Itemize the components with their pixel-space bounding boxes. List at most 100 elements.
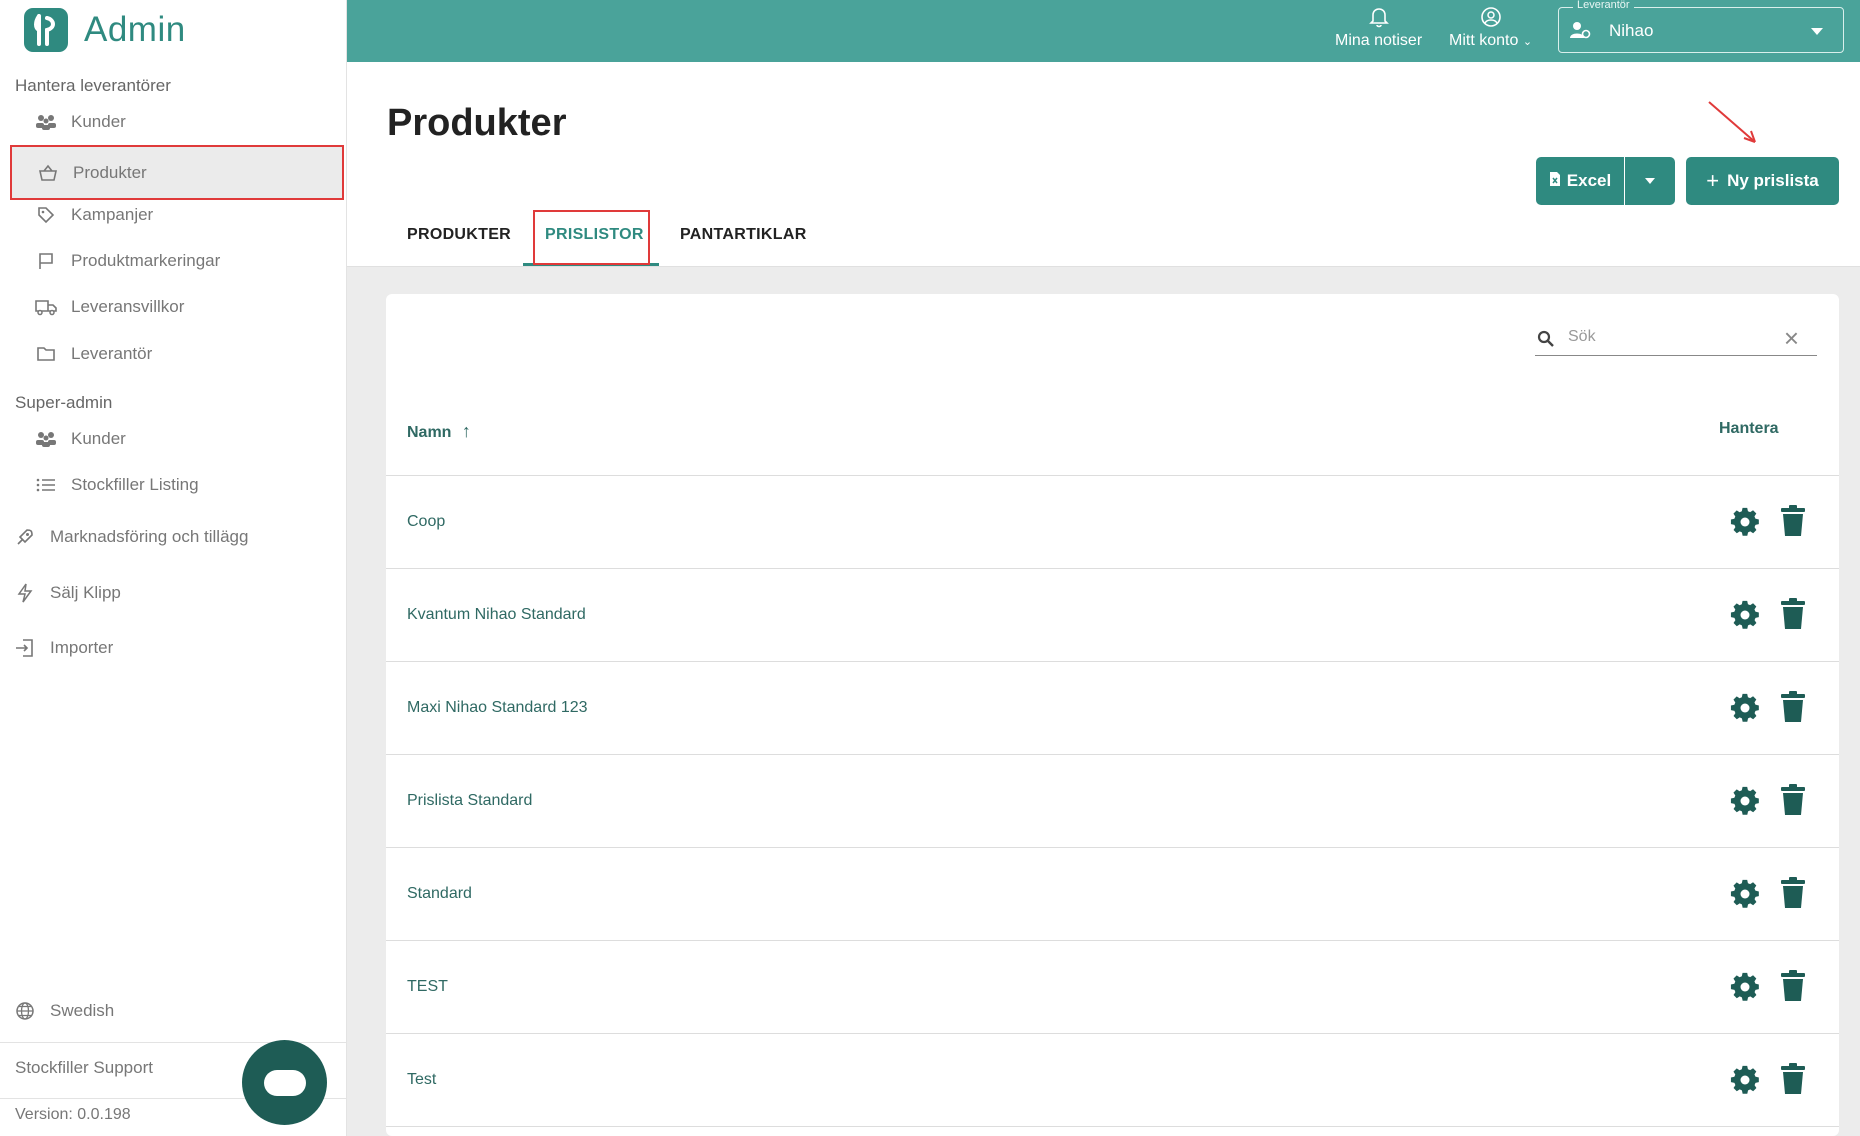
sidebar-item-stockfiller-listing[interactable]: Stockfiller Listing — [10, 462, 344, 508]
table-row[interactable]: Prislista Standard — [386, 755, 1839, 848]
language-selector[interactable]: Swedish — [0, 988, 334, 1034]
pricelist-name[interactable]: Coop — [407, 513, 445, 531]
bell-icon — [1368, 8, 1389, 28]
truck-icon — [35, 296, 57, 318]
search-icon — [1537, 330, 1555, 353]
sidebar-item-produktmarkeringar[interactable]: Produktmarkeringar — [10, 238, 344, 284]
gear-icon[interactable] — [1730, 599, 1760, 634]
tab-pantartiklar[interactable]: PANTARTIKLAR — [680, 226, 807, 244]
plus-icon: + — [1706, 168, 1720, 193]
sidebar-item-kampanjer[interactable]: Kampanjer — [10, 192, 344, 238]
trash-icon[interactable] — [1780, 877, 1806, 914]
chat-button[interactable] — [242, 1040, 327, 1125]
sidebar-item-label: Produkter — [73, 162, 147, 182]
pricelist-name[interactable]: Test — [407, 1071, 436, 1089]
trash-icon[interactable] — [1780, 970, 1806, 1007]
flag-icon — [35, 250, 57, 272]
support-link[interactable]: Stockfiller Support — [15, 1058, 153, 1078]
column-header-name[interactable]: Namn ↑ — [407, 421, 471, 442]
sidebar-item-salj-klipp[interactable]: Sälj Klipp — [0, 570, 334, 616]
sidebar-item-label: Kampanjer — [71, 205, 154, 224]
gear-icon[interactable] — [1730, 971, 1760, 1006]
sidebar-item-label: Kunder — [71, 112, 126, 131]
list-icon — [35, 474, 57, 496]
user-settings-icon — [1569, 20, 1591, 45]
sidebar-item-label: Produktmarkeringar — [71, 251, 221, 270]
trash-icon[interactable] — [1780, 598, 1806, 635]
gear-icon[interactable] — [1730, 1064, 1760, 1099]
app-title: Admin — [84, 10, 186, 49]
account-button[interactable]: Mitt konto ⌄ — [1449, 6, 1532, 50]
sidebar-item-importer[interactable]: Importer — [0, 625, 334, 671]
annotation-arrow-icon — [1708, 101, 1756, 143]
sidebar-item-label: Importer — [50, 638, 114, 657]
gear-icon[interactable] — [1730, 692, 1760, 727]
search-input[interactable]: Sök — [1568, 328, 1596, 346]
supplier-legend: Leverantör — [1573, 0, 1634, 11]
sidebar-item-label: Sälj Klipp — [50, 583, 121, 602]
gear-icon[interactable] — [1730, 878, 1760, 913]
pricelist-name[interactable]: Prislista Standard — [407, 792, 532, 810]
highlight-box — [533, 210, 650, 265]
excel-dropdown-button[interactable] — [1625, 157, 1675, 205]
sort-ascending-icon: ↑ — [461, 421, 471, 441]
logo-icon — [24, 8, 68, 52]
notifications-label: Mina notiser — [1335, 32, 1423, 49]
table-row[interactable]: Maxi Nihao Standard 123 — [386, 662, 1839, 755]
section-title-superadmin: Super-admin — [15, 393, 113, 412]
table-row[interactable]: Coop — [386, 476, 1839, 569]
file-excel-icon — [1549, 171, 1561, 192]
column-header-manage: Hantera — [1719, 420, 1779, 437]
excel-button[interactable]: Excel — [1536, 157, 1624, 205]
globe-icon — [14, 1000, 36, 1022]
table-row[interactable]: TEST — [386, 941, 1839, 1034]
rocket-icon — [14, 526, 36, 548]
users-icon — [35, 111, 57, 133]
new-pricelist-button[interactable]: + Ny prislista — [1686, 157, 1839, 205]
clear-icon[interactable]: × — [1784, 325, 1799, 351]
caret-down-icon — [1645, 178, 1655, 184]
dropdown-caret-icon — [1811, 28, 1823, 35]
sidebar-item-label: Kunder — [71, 429, 126, 448]
version-label: Version: 0.0.198 — [15, 1106, 131, 1123]
search-field[interactable]: Sök × — [1535, 324, 1817, 356]
notifications-button[interactable]: Mina notiser — [1335, 6, 1422, 50]
pricelist-name[interactable]: Standard — [407, 885, 472, 903]
sidebar-item-leverantor[interactable]: Leverantör — [10, 331, 344, 377]
users-icon — [35, 428, 57, 450]
sidebar-item-kunder[interactable]: Kunder — [10, 99, 344, 145]
sidebar-item-marknadsforing[interactable]: Marknadsföring och tillägg — [0, 514, 334, 560]
trash-icon[interactable] — [1780, 691, 1806, 728]
sidebar: Admin Hantera leverantörer Kunder Produk… — [0, 0, 347, 1136]
trash-icon[interactable] — [1780, 505, 1806, 542]
table-row[interactable]: Test — [386, 1034, 1839, 1127]
tag-icon — [35, 204, 57, 226]
sidebar-item-label: Marknadsföring och tillägg — [50, 527, 249, 546]
pricelist-card: Sök × Namn ↑ Hantera Coop Kvantum Nihao S… — [386, 294, 1839, 1136]
language-label: Swedish — [50, 1001, 115, 1020]
excel-label: Excel — [1566, 171, 1612, 190]
gear-icon[interactable] — [1730, 506, 1760, 541]
gear-icon[interactable] — [1730, 785, 1760, 820]
pricelist-name[interactable]: Kvantum Nihao Standard — [407, 606, 586, 624]
folder-icon — [35, 343, 57, 365]
account-label: Mitt konto ⌄ — [1449, 32, 1533, 49]
table-row[interactable]: Kvantum Nihao Standard — [386, 569, 1839, 662]
trash-icon[interactable] — [1780, 784, 1806, 821]
table-row[interactable]: Standard — [386, 848, 1839, 941]
basket-icon — [37, 162, 59, 184]
import-icon — [14, 637, 36, 659]
tab-produkter[interactable]: PRODUKTER — [407, 226, 511, 244]
section-title-suppliers: Hantera leverantörer — [15, 76, 171, 95]
pricelist-name[interactable]: TEST — [407, 978, 448, 996]
sidebar-item-leveransvillkor[interactable]: Leveransvillkor — [10, 284, 344, 330]
bolt-icon — [14, 582, 36, 604]
sidebar-item-superadmin-kunder[interactable]: Kunder — [10, 416, 344, 462]
chat-icon — [263, 1069, 306, 1096]
supplier-select[interactable]: Leverantör Nihao — [1558, 0, 1844, 53]
account-icon — [1480, 7, 1501, 27]
logo[interactable]: Admin — [24, 8, 186, 52]
trash-icon[interactable] — [1780, 1063, 1806, 1100]
chevron-down-icon: ⌄ — [1522, 36, 1533, 48]
pricelist-name[interactable]: Maxi Nihao Standard 123 — [407, 699, 588, 717]
